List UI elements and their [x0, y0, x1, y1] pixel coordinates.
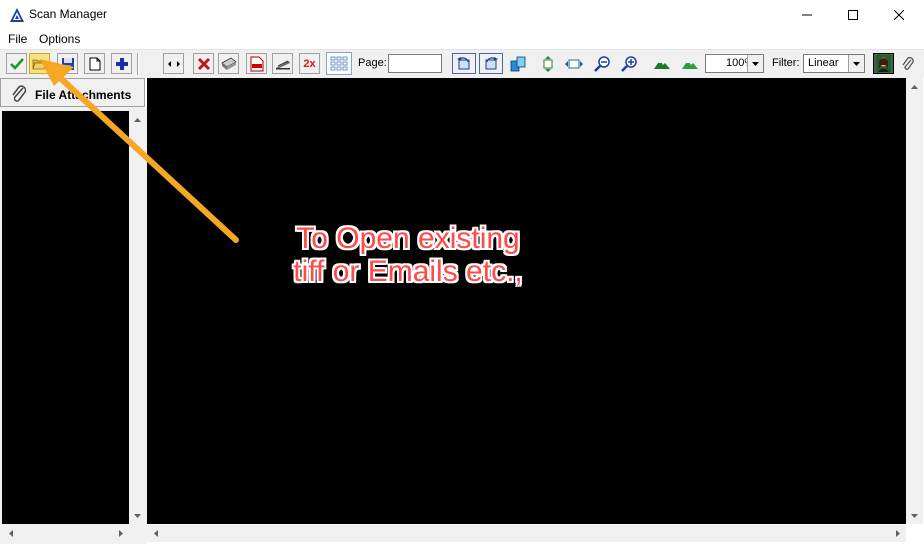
annotation-line-2: tiff or Emails etc., [293, 255, 523, 288]
annotation-text: To Open existing tiff or Emails etc., [258, 222, 558, 288]
annotation-line-1: To Open existing [296, 222, 520, 255]
